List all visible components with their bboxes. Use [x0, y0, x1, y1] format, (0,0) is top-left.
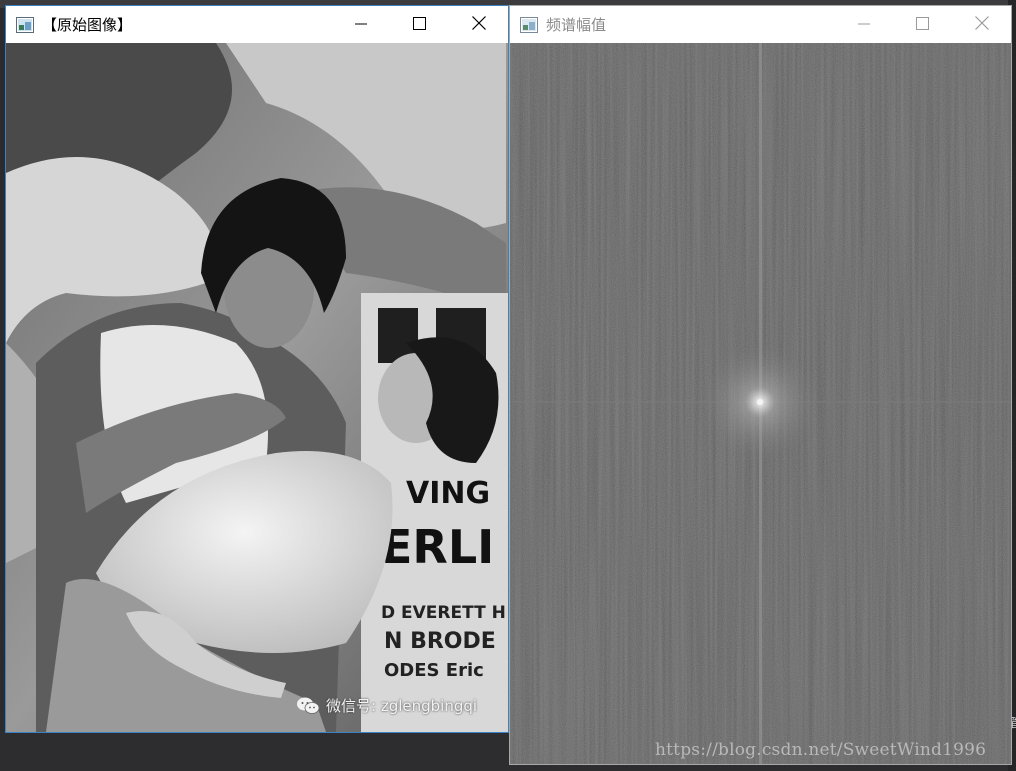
- magnitude-spectrum-image: [510, 43, 1011, 764]
- original-image-canvas: VING ERLI D EVERETT H N BRODE ODES Eric: [6, 43, 508, 732]
- window-controls: [331, 6, 508, 43]
- wechat-watermark-text: 微信号: zglengbingqi: [326, 697, 478, 715]
- spectrum-canvas: https://blog.csdn.net/SweetWind1996: [510, 43, 1011, 764]
- poster-line: D EVERETT H: [381, 603, 506, 623]
- wechat-watermark: 微信号: zglengbingqi: [296, 695, 477, 716]
- maximize-button[interactable]: [390, 6, 449, 43]
- minimize-icon: [857, 15, 870, 34]
- window-controls: [834, 6, 1011, 43]
- maximize-icon: [413, 15, 426, 34]
- spectrum-window[interactable]: 频谱幅值 https://blog.csdn.net/SweetWind1996: [509, 5, 1012, 765]
- close-button[interactable]: [449, 6, 508, 43]
- window-title: 【原始图像】: [42, 16, 133, 34]
- minimize-button[interactable]: [834, 6, 893, 43]
- poster-line: VING: [406, 476, 490, 511]
- blog-watermark: https://blog.csdn.net/SweetWind1996: [655, 740, 987, 760]
- spectrum-titlebar[interactable]: 频谱幅值: [510, 6, 1011, 43]
- close-button[interactable]: [952, 6, 1011, 43]
- maximize-button[interactable]: [893, 6, 952, 43]
- close-icon: [471, 15, 486, 34]
- original-image-window[interactable]: 【原始图像】 VING ERLI D EVERETT H N BRODE ODE…: [5, 5, 509, 733]
- minimize-icon: [354, 15, 367, 34]
- poster-line: ODES Eric: [384, 660, 484, 681]
- original-titlebar[interactable]: 【原始图像】: [6, 6, 508, 43]
- wechat-icon: [296, 696, 320, 716]
- poster-line: ERLI: [381, 520, 494, 574]
- grayscale-photo: VING ERLI D EVERETT H N BRODE ODES Eric: [6, 43, 508, 732]
- poster-line: N BRODE: [384, 629, 496, 654]
- maximize-icon: [916, 15, 929, 34]
- image-window-icon: [16, 16, 34, 33]
- minimize-button[interactable]: [331, 6, 390, 43]
- window-title: 频谱幅值: [546, 16, 607, 34]
- close-icon: [974, 15, 989, 34]
- spectrum-dc-peak: [757, 399, 763, 405]
- image-window-icon: [520, 16, 538, 33]
